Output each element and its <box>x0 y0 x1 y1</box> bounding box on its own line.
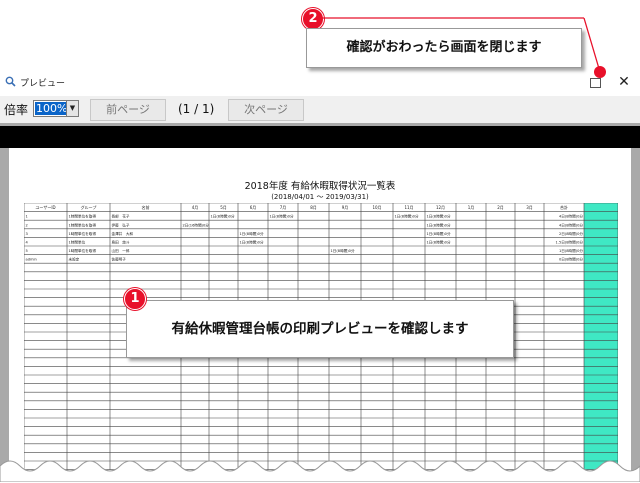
table-cell: 1時間単位 <box>69 240 86 245</box>
close-button[interactable]: ✕ <box>608 70 640 94</box>
zoom-value: 100% <box>35 102 69 115</box>
zoom-select[interactable]: 100% ▼ <box>33 100 79 117</box>
table-cell: 1.5日(8時間)0分 <box>556 240 584 245</box>
table-cell: 1日(8時間)0分 <box>427 231 451 236</box>
table-cell: 山田 一郎 <box>112 248 130 253</box>
table-header-cell: 1月 <box>468 205 475 210</box>
table-cell: 4日(8時間)0分 <box>559 222 583 227</box>
table-header-cell: 7月 <box>280 205 287 210</box>
table-cell: 1日(8時間)0分 <box>395 214 419 219</box>
table-cell: 1日(8時間)0分 <box>427 222 451 227</box>
table-cell: 1日(8時間)0分 <box>559 248 583 253</box>
table-header-cell: 5月 <box>220 205 227 210</box>
table-cell: 1日(8時間)0分 <box>211 214 235 219</box>
table-cell: 島田 悠斗 <box>112 240 130 245</box>
table-cell: admin <box>26 258 37 262</box>
table-cell: 4日(8時間)0分 <box>559 214 583 219</box>
preview-top-band <box>0 126 640 148</box>
table-header-cell: 名前 <box>142 204 150 210</box>
table-cell: 0日(8時間)0分 <box>559 257 583 262</box>
table-cell: 1日(8時間)0分 <box>270 214 294 219</box>
table-cell: 2日(16時間)0分 <box>183 222 210 227</box>
table-cell: 1時間単位を取得 <box>69 214 97 219</box>
table-cell: 1 <box>26 215 28 219</box>
table-header-cell: 9月 <box>342 205 349 210</box>
table-cell: 4 <box>26 241 29 245</box>
report-period: (2018/04/01 ～ 2019/03/31) <box>271 193 369 201</box>
table-header-cell: 合計 <box>560 204 568 210</box>
callout-1: 有給休暇管理台帳の印刷プレビューを確認します <box>126 300 514 358</box>
table-header-cell: 11月 <box>404 205 413 210</box>
table-header-cell: グループ <box>81 204 97 210</box>
close-icon: ✕ <box>618 74 630 90</box>
table-cell: 長部 花子 <box>112 214 130 219</box>
table-header-cell: ユーザーID <box>35 204 55 210</box>
chevron-down-icon[interactable]: ▼ <box>66 101 78 116</box>
table-cell: 1日(8時間)0分 <box>331 248 355 253</box>
torn-edge <box>0 460 640 482</box>
table-cell: 1日(8時間)0分 <box>240 240 264 245</box>
table-cell: 2日(8時間)0分 <box>559 231 583 236</box>
prev-page-button[interactable]: 前ページ <box>90 99 166 121</box>
table-cell: 3 <box>26 232 28 236</box>
table-header-cell: 3月 <box>526 205 533 210</box>
table-cell: 1時間単位を取得 <box>69 231 97 236</box>
table-cell: 佐藤明子 <box>112 257 127 262</box>
callout-2: 確認がおわったら画面を閉じます <box>306 28 582 68</box>
table-cell: 1日(8時間)0分 <box>240 231 264 236</box>
table-header-cell: 8月 <box>310 205 317 210</box>
table-header-cell: 12月 <box>436 205 445 210</box>
table-cell: 5 <box>26 249 28 253</box>
window-title: プレビュー <box>20 79 66 89</box>
table-cell: 未設定 <box>69 257 80 262</box>
table-header-cell: 4月 <box>192 205 199 210</box>
page-indicator: (1 / 1) <box>178 102 215 116</box>
table-cell: 1日(8時間)0分 <box>427 214 451 219</box>
table-cell: 伊藤 弘子 <box>112 222 130 227</box>
table-cell: 1時間単位を取得 <box>69 248 97 253</box>
table-header-cell: 10月 <box>372 205 381 210</box>
table-header-cell: 6月 <box>250 205 257 210</box>
table-cell: 2 <box>26 223 28 227</box>
table-cell: 金澤井 大和 <box>112 231 134 236</box>
preview-app-icon <box>5 76 16 87</box>
zoom-label: 倍率 <box>4 103 29 117</box>
table-header-cell: 2月 <box>497 205 504 210</box>
next-page-button[interactable]: 次ページ <box>228 99 304 121</box>
toolbar: 倍率 100% ▼ 前ページ (1 / 1) 次ページ <box>0 96 640 124</box>
table-cell: 1時間単位を取得 <box>69 222 97 227</box>
report-title: 2018年度 有給休暇取得状況一覧表 <box>244 181 396 192</box>
table-cell: 1日(8時間)0分 <box>427 240 451 245</box>
step-badge-2: 2 <box>302 8 324 30</box>
step-badge-1: 1 <box>124 288 146 310</box>
